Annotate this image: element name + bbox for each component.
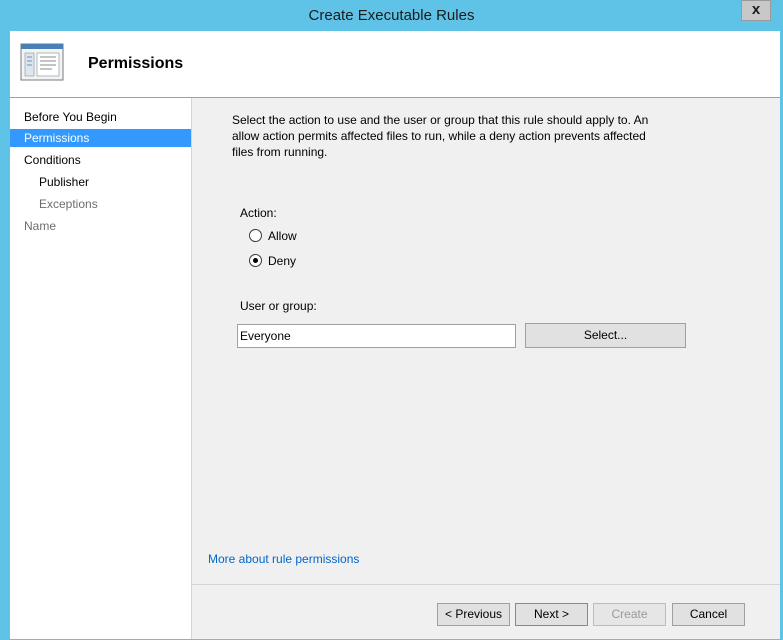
wizard-window-icon (20, 43, 64, 81)
wizard-client-area: Permissions Before You Begin Permissions… (10, 31, 780, 639)
window-title: Create Executable Rules (308, 7, 475, 24)
wizard-header: Permissions (10, 31, 780, 97)
cancel-button[interactable]: Cancel (672, 603, 745, 626)
allow-radio[interactable] (249, 229, 262, 242)
close-icon: x (751, 1, 761, 18)
radio-selected-dot (253, 258, 258, 263)
allow-radio-label[interactable]: Allow (268, 229, 297, 243)
nav-divider (191, 98, 192, 639)
nav-item-publisher[interactable]: Publisher (10, 173, 191, 191)
user-group-label: User or group: (240, 299, 317, 313)
nav-item-exceptions: Exceptions (39, 197, 98, 211)
nav-item-before-you-begin[interactable]: Before You Begin (10, 108, 191, 126)
nav-item-conditions[interactable]: Conditions (10, 151, 191, 169)
page-title: Permissions (88, 55, 184, 72)
action-label: Action: (240, 206, 277, 220)
wizard-step-nav: Before You Begin Permissions Conditions … (10, 98, 191, 639)
deny-radio-label[interactable]: Deny (268, 254, 296, 268)
wizard-window: Create Executable Rules x Permissions Be… (0, 0, 783, 640)
instructions-text: Select the action to use and the user or… (232, 113, 649, 159)
rule-permissions-help-link[interactable]: More about rule permissions (208, 552, 359, 566)
deny-radio[interactable] (249, 254, 262, 267)
select-user-button[interactable]: Select... (525, 323, 686, 348)
previous-button[interactable]: < Previous (437, 603, 510, 626)
close-button[interactable]: x (741, 0, 771, 21)
title-bar[interactable]: Create Executable Rules x (0, 0, 783, 31)
create-button: Create (593, 603, 666, 626)
next-button[interactable]: Next > (515, 603, 588, 626)
user-group-field[interactable]: Everyone (237, 324, 516, 348)
nav-item-permissions[interactable]: Permissions (10, 129, 191, 147)
nav-item-name: Name (24, 219, 57, 233)
